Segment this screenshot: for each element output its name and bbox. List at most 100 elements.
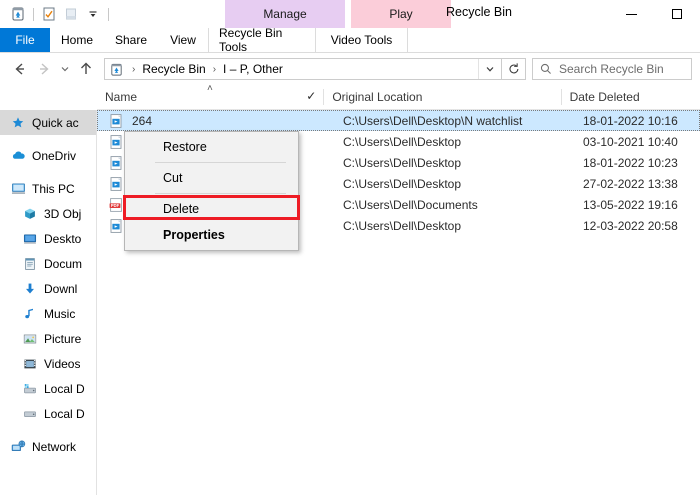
tab-file[interactable]: File <box>0 28 50 52</box>
column-header-location-label: Original Location <box>332 90 423 104</box>
sidebar-label-local-disk-d: Local D <box>44 406 85 421</box>
sidebar-gap-3 <box>0 426 96 434</box>
minimize-icon <box>625 13 637 15</box>
file-date-cell: 18-01-2022 10:23 <box>583 155 678 170</box>
cube-icon <box>20 206 40 222</box>
toolbar-divider-2 <box>108 7 109 21</box>
customize-chevron-icon[interactable] <box>83 4 103 24</box>
search-recycle-bin-box[interactable]: Search Recycle Bin <box>532 58 692 80</box>
toolbar-divider <box>33 7 34 21</box>
sidebar-label-local-disk-c: Local D <box>44 381 85 396</box>
table-row[interactable]: 264 C:\Users\Dell\Desktop\N watchlist 18… <box>97 110 700 131</box>
file-name-cell: 264 <box>97 112 335 130</box>
navigation-bar: › Recycle Bin › I – P, Other Search Recy… <box>0 53 700 85</box>
column-header-name[interactable]: ˄ Name ✓ <box>97 83 325 109</box>
file-date-cell: 03-10-2021 10:40 <box>583 134 678 149</box>
check-icon[interactable]: ✓ <box>306 89 316 103</box>
local-disk-d-icon <box>20 406 40 422</box>
sidebar-gap-1 <box>0 135 96 143</box>
file-location-cell: C:\Users\Dell\Desktop <box>343 134 462 149</box>
file-location-cell: C:\Users\Dell\Desktop <box>343 218 462 233</box>
quick-access-toolbar <box>0 0 112 28</box>
context-menu-item-restore[interactable]: Restore <box>125 134 298 160</box>
chevron-down-icon[interactable] <box>478 59 501 79</box>
recycle-bin-icon[interactable] <box>8 4 28 24</box>
breadcrumb-item-recycle-bin[interactable]: Recycle Bin <box>140 62 207 76</box>
sidebar-item-quick-access[interactable]: Quick ac <box>0 110 96 135</box>
breadcrumb-separator-1[interactable]: › <box>127 64 140 75</box>
sidebar-item-pictures[interactable]: Picture <box>0 326 96 351</box>
file-location-cell: C:\Users\Dell\Desktop <box>343 176 462 191</box>
ribbon-tab-strip: File Home Share View Recycle Bin Tools V… <box>0 26 700 54</box>
properties-icon[interactable] <box>39 4 59 24</box>
column-header-date-label: Date Deleted <box>569 90 640 104</box>
file-date-cell: 12-03-2022 20:58 <box>583 218 678 233</box>
sidebar-item-onedrive[interactable]: OneDriv <box>0 143 96 168</box>
sidebar-item-desktop[interactable]: Deskto <box>0 226 96 251</box>
up-button[interactable] <box>74 57 98 81</box>
local-disk-c-icon <box>20 381 40 397</box>
context-menu: Restore Cut Delete Properties <box>124 131 299 251</box>
sidebar-label-downloads: Downl <box>44 281 78 296</box>
breadcrumb-recycle-bin-icon <box>105 62 127 77</box>
tab-share[interactable]: Share <box>104 28 158 52</box>
file-location-cell: C:\Users\Dell\Desktop\N watchlist <box>343 113 523 128</box>
documents-icon <box>20 256 40 272</box>
sidebar-item-network[interactable]: Network <box>0 434 96 459</box>
column-header-date-deleted[interactable]: Date Deleted <box>562 85 700 109</box>
context-menu-item-properties[interactable]: Properties <box>125 222 298 248</box>
file-name-label: 264 <box>132 113 153 128</box>
sidebar-label-desktop: Deskto <box>44 231 82 246</box>
column-header-row: ˄ Name ✓ Original Location Date Deleted <box>97 83 700 110</box>
file-location-cell: C:\Users\Dell\Desktop <box>343 155 462 170</box>
file-date-cell: 18-01-2022 10:16 <box>583 113 678 128</box>
contextual-group-manage[interactable]: Manage <box>225 0 345 28</box>
column-header-original-location[interactable]: Original Location <box>324 85 562 109</box>
sidebar-item-videos[interactable]: Videos <box>0 351 96 376</box>
context-menu-item-cut[interactable]: Cut <box>125 165 298 191</box>
context-menu-item-delete[interactable]: Delete <box>125 196 298 222</box>
empty-icon[interactable] <box>61 4 81 24</box>
breadcrumb-item-folder[interactable]: I – P, Other <box>221 62 285 76</box>
tab-view[interactable]: View <box>158 28 208 52</box>
file-date-cell: 13-05-2022 19:16 <box>583 197 678 212</box>
sidebar-item-local-disk-d[interactable]: Local D <box>0 401 96 426</box>
contextual-group-play[interactable]: Play <box>351 0 451 28</box>
sidebar-item-3d-objects[interactable]: 3D Obj <box>0 201 96 226</box>
refresh-button[interactable] <box>502 58 526 80</box>
tab-video-tools[interactable]: Video Tools <box>316 28 408 52</box>
title-bar: Manage Play Recycle Bin <box>0 0 700 28</box>
sidebar-item-this-pc[interactable]: This PC <box>0 176 96 201</box>
forward-button[interactable] <box>32 57 56 81</box>
sidebar-item-music[interactable]: Music <box>0 301 96 326</box>
back-button[interactable] <box>8 57 32 81</box>
video-file-icon <box>105 112 127 130</box>
sidebar-label-network: Network <box>32 439 77 454</box>
recent-locations-icon[interactable] <box>56 57 74 81</box>
computer-icon <box>8 181 28 197</box>
tab-strip-spacer <box>408 28 700 52</box>
navigation-pane: Quick ac OneDriv This PC 3D Obj Deskto D… <box>0 110 97 495</box>
caption-buttons <box>608 0 700 28</box>
sidebar-label-music: Music <box>44 306 76 321</box>
search-icon <box>533 62 559 76</box>
sidebar-label-quick-access: Quick ac <box>32 115 79 130</box>
breadcrumb-separator-2[interactable]: › <box>208 64 221 75</box>
network-icon <box>8 439 28 455</box>
minimize-button[interactable] <box>608 0 654 28</box>
file-location-cell: C:\Users\Dell\Documents <box>343 197 478 212</box>
sidebar-label-pictures: Picture <box>44 331 82 346</box>
maximize-button[interactable] <box>654 0 700 28</box>
sidebar-label-3d-objects: 3D Obj <box>44 206 82 221</box>
tab-recycle-bin-tools[interactable]: Recycle Bin Tools <box>208 26 316 54</box>
sidebar-item-local-disk-c[interactable]: Local D <box>0 376 96 401</box>
sort-ascending-icon: ˄ <box>207 83 213 94</box>
address-bar[interactable]: › Recycle Bin › I – P, Other <box>104 58 502 80</box>
tab-home[interactable]: Home <box>50 28 104 52</box>
search-input[interactable]: Search Recycle Bin <box>559 62 664 76</box>
sidebar-gap-2 <box>0 168 96 176</box>
sidebar-item-documents[interactable]: Docum <box>0 251 96 276</box>
cloud-icon <box>8 148 28 164</box>
sidebar-item-downloads[interactable]: Downl <box>0 276 96 301</box>
svg-text:PDF: PDF <box>111 203 120 208</box>
